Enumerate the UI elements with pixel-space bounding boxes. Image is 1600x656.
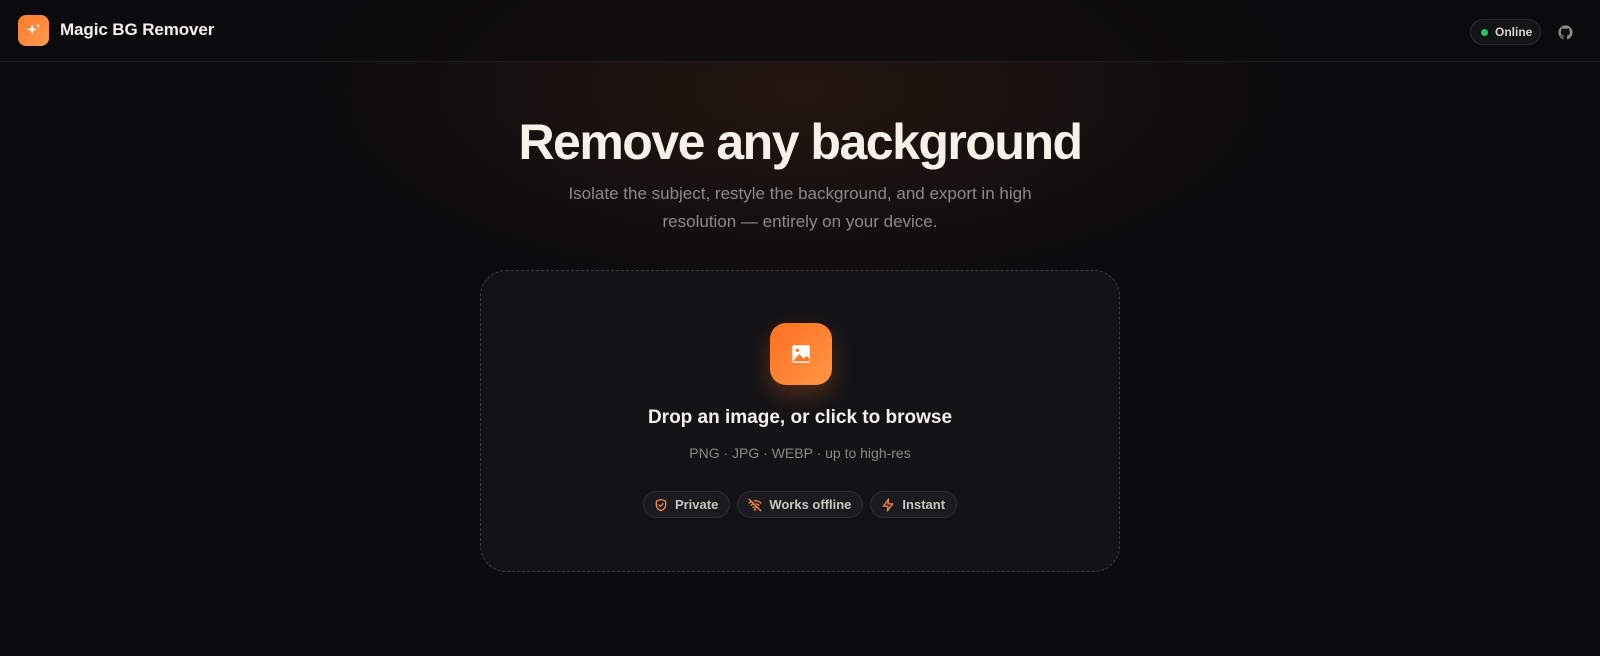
status-label: Online <box>1495 25 1533 39</box>
sparkles-icon <box>18 15 49 46</box>
instant-badge: Instant <box>870 491 958 518</box>
github-link[interactable] <box>1554 21 1576 43</box>
wifi-off-icon <box>748 498 762 512</box>
top-bar: Magic BG Remover Online <box>0 0 1600 62</box>
zap-icon <box>881 498 895 512</box>
github-icon <box>1557 24 1573 39</box>
private-badge-label: Private <box>674 497 719 512</box>
feature-badges: Private Works offline Instant <box>481 491 1119 518</box>
status-badge: Online <box>1470 19 1541 45</box>
app-page: Magic BG Remover Online Remove any backg… <box>0 0 1600 656</box>
private-badge: Private <box>642 491 731 518</box>
page-subtitle: Isolate the subject, restyle the backgro… <box>568 184 1032 231</box>
shield-check-icon <box>654 498 668 512</box>
image-dropzone[interactable]: Drop an image, or click to browse PNG · … <box>480 270 1120 572</box>
image-icon <box>770 323 832 385</box>
supported-formats: PNG · JPG · WEBP · up to high-res <box>689 445 911 461</box>
instant-badge-label: Instant <box>902 497 946 512</box>
offline-badge: Works offline <box>737 491 864 518</box>
dropzone-title: Drop an image, or click to browse <box>647 407 953 428</box>
page-title: Remove any background <box>518 114 1083 170</box>
offline-badge-label: Works offline <box>769 497 852 512</box>
app-title: Magic BG Remover <box>60 20 215 39</box>
status-indicator-dot <box>1481 28 1488 36</box>
